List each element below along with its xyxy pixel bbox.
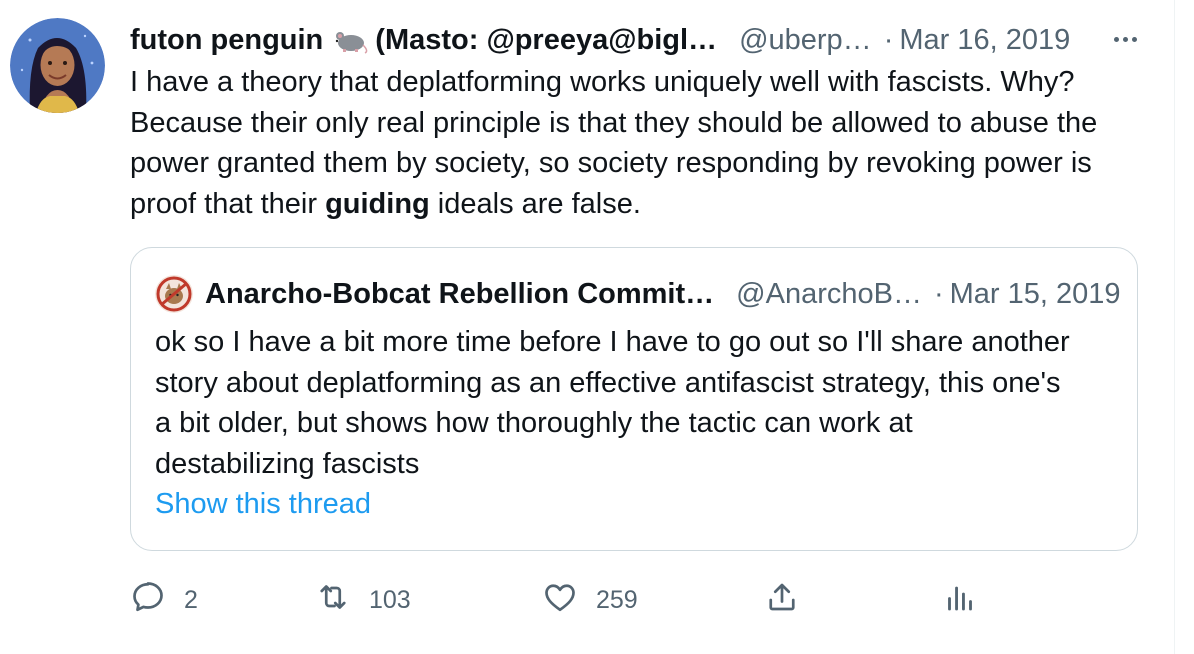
text-segment: proof that their: [130, 187, 326, 220]
tweet-header: futon penguin (Masto: @preeya@bigl… @ube…: [130, 22, 1140, 58]
reply-button[interactable]: 2: [130, 580, 198, 620]
like-button[interactable]: 259: [542, 580, 638, 620]
quoted-text-line: ok so I have a bit more time before I ha…: [155, 326, 1070, 358]
quoted-tweet-text: ok so I have a bit more time before I ha…: [155, 322, 1125, 484]
like-icon: [542, 579, 578, 622]
author-handle[interactable]: @uberp…: [739, 24, 872, 57]
tweet-action-bar: 2 103 259: [130, 580, 1030, 620]
rat-emoji-icon: [331, 25, 371, 55]
reply-icon: [130, 579, 166, 622]
tweet-text-line: Because their only real principle is tha…: [130, 106, 1098, 139]
text-segment: ideals are false.: [429, 187, 641, 220]
tweet-text-line: power granted them by society, so societ…: [130, 147, 1092, 179]
share-icon: [764, 579, 800, 622]
tweet-text: I have a theory that deplatforming works…: [130, 62, 1160, 224]
reply-count: 2: [184, 585, 198, 614]
quoted-text-line: story about deplatforming as an effectiv…: [155, 366, 1061, 399]
quoted-tweet-date: Mar 15, 2019: [949, 277, 1121, 310]
quoted-author-handle: @AnarchoB…: [736, 277, 922, 310]
show-thread-link[interactable]: Show this thread: [155, 488, 371, 521]
separator-dot: ·: [933, 277, 944, 310]
quoted-text-line: destabilizing fascists: [155, 447, 420, 480]
tweet-text-line: I have a theory that deplatforming works…: [130, 66, 1075, 98]
quoted-tweet-header: Anarcho-Bobcat Rebellion Commit… @Anarch…: [155, 275, 1121, 313]
share-button[interactable]: [764, 580, 800, 620]
quoted-author-name: Anarcho-Bobcat Rebellion Commit…: [205, 277, 715, 310]
retweet-button[interactable]: 103: [315, 580, 411, 620]
analytics-icon: [942, 579, 978, 622]
analytics-button[interactable]: [942, 580, 978, 620]
tweet-text-last-line: proof that their guiding ideals are fals…: [130, 184, 1160, 225]
retweet-count: 103: [369, 585, 411, 614]
tweet-date[interactable]: Mar 16, 2019: [899, 24, 1070, 57]
more-icon[interactable]: [1108, 24, 1142, 54]
author-display-suffix[interactable]: (Masto: @preeya@bigl…: [375, 24, 717, 57]
quoted-tweet-card[interactable]: Anarcho-Bobcat Rebellion Commit… @Anarch…: [130, 247, 1138, 551]
column-border: [1174, 0, 1175, 654]
bold-word: guiding: [325, 187, 430, 220]
author-avatar[interactable]: [10, 18, 105, 113]
like-count: 259: [596, 585, 638, 614]
quoted-text-line: a bit older, but shows how thoroughly th…: [155, 407, 913, 439]
quoted-author-avatar: [155, 275, 193, 313]
retweet-icon: [315, 579, 351, 622]
separator-dot: ·: [883, 23, 894, 56]
author-name[interactable]: futon penguin: [130, 24, 323, 57]
